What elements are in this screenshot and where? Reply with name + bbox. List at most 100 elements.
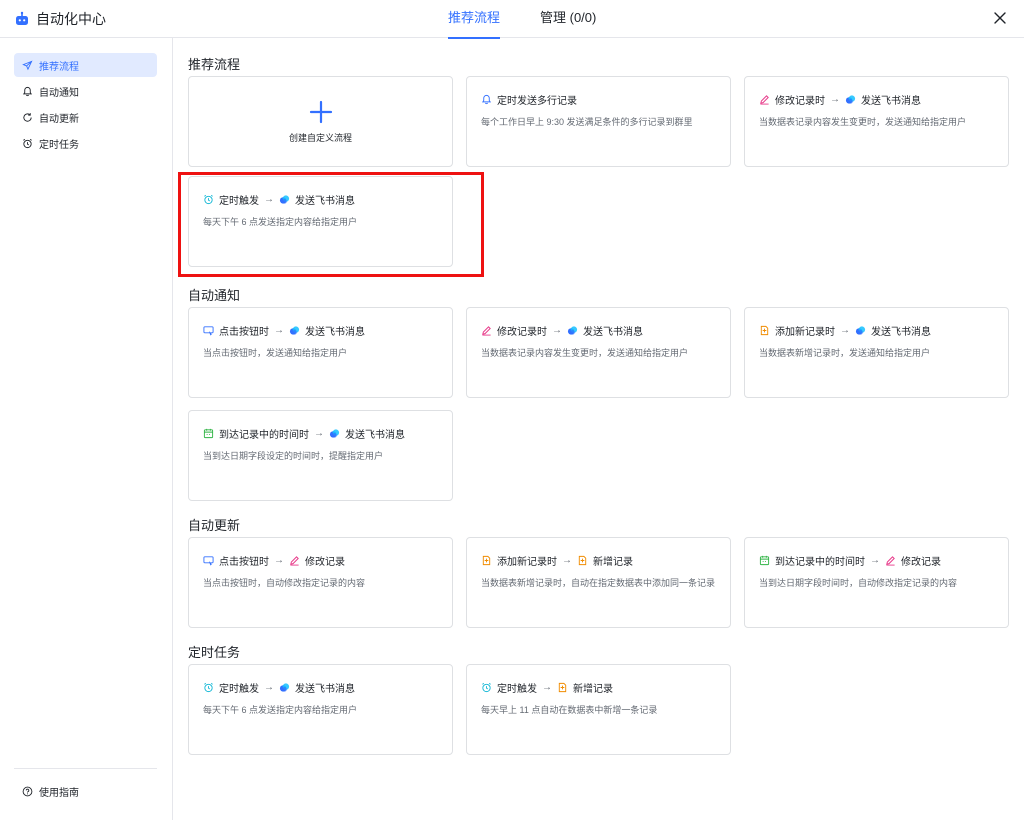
trigger-label: 定时触发 <box>219 195 259 207</box>
action-label: 发送飞书消息 <box>295 195 355 207</box>
sidebar-item-label: 自动更新 <box>39 113 79 125</box>
card-header: 添加新记录时 → 发送飞书消息 <box>759 323 994 338</box>
action-label: 新增记录 <box>573 683 613 695</box>
card-description: 每天早上 11 点自动在数据表中新增一条记录 <box>481 705 658 715</box>
app-title: 自动化中心 <box>36 11 106 27</box>
lark-message-icon <box>845 94 856 105</box>
card-header: 定时触发 → 发送飞书消息 <box>203 192 438 207</box>
guide-label: 使用指南 <box>39 788 79 799</box>
arrow: → <box>264 193 274 205</box>
trigger-label: 到达记录中的时间时 <box>219 429 309 441</box>
action-label: 修改记录 <box>901 556 941 568</box>
clock-icon <box>23 138 32 148</box>
arrow: → <box>314 427 324 439</box>
action-label: 新增记录 <box>593 556 633 568</box>
action-label: 发送飞书消息 <box>861 95 921 107</box>
arrow: → <box>274 324 284 336</box>
guide-link[interactable]: 使用指南 <box>22 784 79 799</box>
app-title-area: 自动化中心 <box>14 9 106 29</box>
trigger-label: 点击按钮时 <box>219 326 269 338</box>
card-description: 当数据表记录内容发生变更时，发送通知给指定用户 <box>481 348 689 358</box>
flow-card[interactable]: 点击按钮时 → 发送飞书消息 当点击按钮时，发送通知给指定用户 <box>188 307 453 398</box>
sidebar-item-update[interactable]: 自动更新 <box>14 105 157 129</box>
flow-card[interactable]: 点击按钮时 → 修改记录 当点击按钮时，自动修改指定记录的内容 <box>188 537 453 628</box>
card-header: 定时触发 → 发送飞书消息 <box>203 680 438 695</box>
lark-message-icon <box>329 428 340 439</box>
flow-card[interactable]: 定时触发 → 发送飞书消息 每天下午 6 点发送指定内容给指定用户 <box>188 176 453 267</box>
section-title-schedule: 定时任务 <box>188 645 241 660</box>
flow-card[interactable]: 到达记录中的时间时 → 发送飞书消息 当到达日期字段设定的时间时，提醒指定用户 <box>188 410 453 501</box>
top-tabs: 推荐流程 管理 (0/0) <box>448 0 596 39</box>
tab-recommend[interactable]: 推荐流程 <box>448 0 501 39</box>
automation-center-dialog: 自动化中心 推荐流程 管理 (0/0) 推荐流程 自动通知 自动更新 定时任务 <box>0 0 1024 820</box>
flow-card[interactable]: 到达记录中的时间时 → 修改记录 当到达日期字段时间时，自动修改指定记录的内容 <box>744 537 1009 628</box>
card-description: 当数据表新增记录时，自动在指定数据表中添加同一条记录 <box>481 578 716 588</box>
card-header: 点击按钮时 → 发送飞书消息 <box>203 323 438 338</box>
lark-message-icon <box>279 682 290 693</box>
arrow: → <box>264 681 274 693</box>
calendar-icon <box>203 428 214 439</box>
add-record-icon <box>481 555 492 566</box>
card-header: 定时触发 → 新增记录 <box>481 680 716 695</box>
card-header: 添加新记录时 → 新增记录 <box>481 553 716 568</box>
card-header: 定时发送多行记录 <box>481 92 716 107</box>
trigger-label: 到达记录中的时间时 <box>775 556 865 568</box>
robot-icon <box>16 11 28 25</box>
arrow: → <box>552 324 562 336</box>
arrow: → <box>274 554 284 566</box>
card-header: 到达记录中的时间时 → 发送飞书消息 <box>203 426 438 441</box>
sidebar-item-schedule[interactable]: 定时任务 <box>14 131 157 155</box>
alarm-clock-icon <box>481 682 492 693</box>
plus-icon <box>309 100 332 124</box>
alarm-clock-icon <box>203 682 214 693</box>
card-description: 每天下午 6 点发送指定内容给指定用户 <box>203 217 358 227</box>
close-icon[interactable] <box>992 10 1008 26</box>
refresh-icon <box>23 112 32 122</box>
card-description: 每个工作日早上 9:30 发送满足条件的多行记录到群里 <box>481 117 693 127</box>
arrow: → <box>562 554 572 566</box>
create-custom-flow-card[interactable]: 创建自定义流程 <box>188 76 453 167</box>
add-record-icon <box>577 555 588 566</box>
sidebar: 推荐流程 自动通知 自动更新 定时任务 使用指南 <box>0 38 173 820</box>
sidebar-item-recommend[interactable]: 推荐流程 <box>14 53 157 77</box>
lark-message-icon <box>279 194 290 205</box>
alarm-clock-icon <box>203 194 214 205</box>
trigger-label: 定时触发 <box>497 683 537 695</box>
card-header: 到达记录中的时间时 → 修改记录 <box>759 553 994 568</box>
flow-card[interactable]: 定时触发 → 发送飞书消息 每天下午 6 点发送指定内容给指定用户 <box>188 664 453 755</box>
pencil-icon <box>759 94 770 105</box>
button-click-icon <box>203 325 214 336</box>
card-description: 当数据表新增记录时，发送通知给指定用户 <box>759 348 931 358</box>
sidebar-item-notify[interactable]: 自动通知 <box>14 79 157 103</box>
section-title-recommend: 推荐流程 <box>188 57 241 72</box>
arrow: → <box>830 93 840 105</box>
card-header: 修改记录时 → 发送飞书消息 <box>759 92 994 107</box>
bell-icon <box>22 86 33 96</box>
trigger-label: 修改记录时 <box>497 326 547 338</box>
flow-card[interactable]: 定时发送多行记录 每个工作日早上 9:30 发送满足条件的多行记录到群里 <box>466 76 731 167</box>
flow-card[interactable]: 修改记录时 → 发送飞书消息 当数据表记录内容发生变更时，发送通知给指定用户 <box>744 76 1009 167</box>
flow-card[interactable]: 添加新记录时 → 发送飞书消息 当数据表新增记录时，发送通知给指定用户 <box>744 307 1009 398</box>
action-label: 发送飞书消息 <box>871 326 931 338</box>
rocket-icon <box>22 60 33 70</box>
section-title-update: 自动更新 <box>188 518 241 533</box>
trigger-label: 定时触发 <box>219 683 259 695</box>
flow-card[interactable]: 修改记录时 → 发送飞书消息 当数据表记录内容发生变更时，发送通知给指定用户 <box>466 307 731 398</box>
header: 自动化中心 推荐流程 管理 (0/0) <box>0 0 1024 39</box>
action-label: 发送飞书消息 <box>295 683 355 695</box>
card-description: 当点击按钮时，自动修改指定记录的内容 <box>203 578 366 588</box>
sidebar-item-label: 推荐流程 <box>39 61 79 73</box>
lark-message-icon <box>289 325 300 336</box>
flow-card[interactable]: 添加新记录时 → 新增记录 当数据表新增记录时，自动在指定数据表中添加同一条记录 <box>466 537 731 628</box>
pencil-icon <box>885 555 896 566</box>
action-label: 发送飞书消息 <box>305 326 365 338</box>
pencil-icon <box>481 325 492 336</box>
tab-manage[interactable]: 管理 (0/0) <box>540 0 596 38</box>
create-flow-label: 创建自定义流程 <box>288 133 352 143</box>
flow-card[interactable]: 定时触发 → 新增记录 每天早上 11 点自动在数据表中新增一条记录 <box>466 664 731 755</box>
pencil-icon <box>289 555 300 566</box>
help-icon <box>22 786 33 797</box>
trigger-label: 定时发送多行记录 <box>497 95 577 107</box>
lark-message-icon <box>567 325 578 336</box>
card-header: 点击按钮时 → 修改记录 <box>203 553 438 568</box>
